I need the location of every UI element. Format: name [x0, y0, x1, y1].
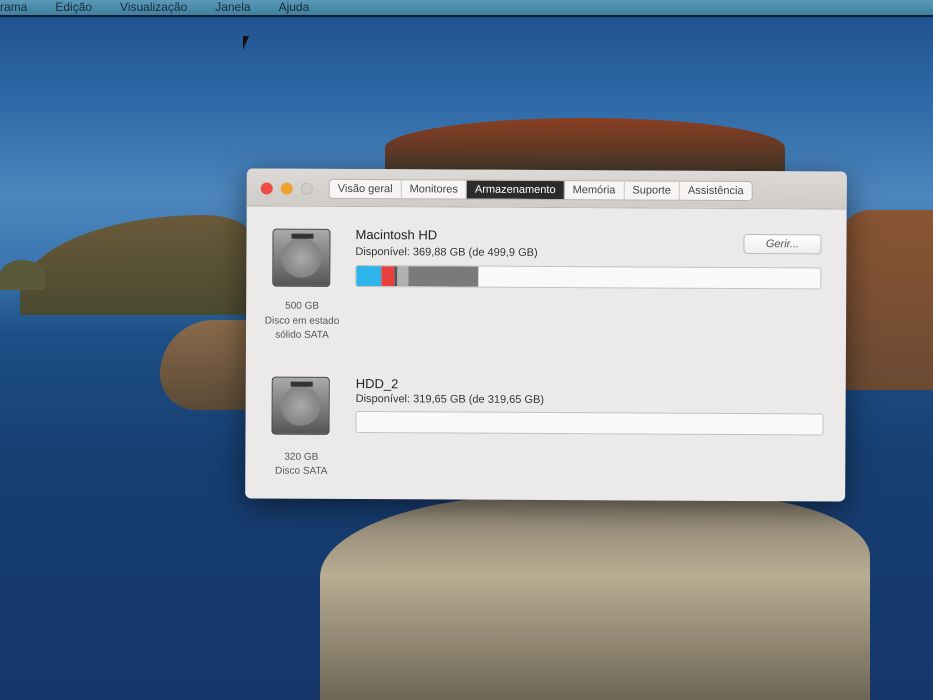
- mouse-cursor-icon: [243, 36, 249, 50]
- disk-type: sólido SATA: [275, 329, 329, 341]
- storage-usage-bar: [355, 265, 822, 290]
- hard-drive-icon: [271, 376, 330, 435]
- wallpaper-mountain: [20, 215, 250, 315]
- usage-segment: [397, 266, 409, 287]
- menu-item-view[interactable]: Visualização: [120, 0, 187, 15]
- disk-name: Macintosh HD: [355, 227, 438, 243]
- disk-available: Disponível: 369,88 GB (de 499,9 GB): [355, 246, 538, 259]
- zoom-button[interactable]: [300, 182, 313, 195]
- wallpaper-mountain: [840, 210, 933, 390]
- tab-storage[interactable]: Armazenamento: [466, 180, 565, 200]
- wallpaper-mountain: [0, 260, 45, 290]
- disk-size: 500 GB: [285, 300, 320, 312]
- tab-support[interactable]: Suporte: [624, 181, 680, 200]
- storage-usage-bar: [355, 411, 824, 436]
- menu-item-window[interactable]: Janela: [215, 0, 250, 15]
- menu-item[interactable]: rama: [0, 0, 27, 15]
- title-bar: Visão geral Monitores Armazenamento Memó…: [246, 168, 847, 210]
- usage-segment: [408, 266, 479, 287]
- tab-bar: Visão geral Monitores Armazenamento Memó…: [328, 178, 753, 202]
- menu-item-help[interactable]: Ajuda: [279, 0, 310, 15]
- menu-item-edit[interactable]: Edição: [55, 0, 92, 15]
- tab-service[interactable]: Assistência: [680, 182, 752, 200]
- usage-segment: [381, 266, 395, 287]
- manage-button[interactable]: Gerir...: [743, 234, 822, 255]
- tab-overview[interactable]: Visão geral: [329, 179, 402, 199]
- wallpaper-rock: [160, 320, 250, 410]
- disk-type: Disco SATA: [275, 465, 328, 477]
- disk-available: Disponível: 319,65 GB (de 319,65 GB): [355, 393, 545, 406]
- disk-size: 320 GB: [284, 451, 319, 463]
- about-this-mac-window: Visão geral Monitores Armazenamento Memó…: [245, 168, 847, 502]
- menu-bar: rama Edição Visualização Janela Ajuda: [0, 0, 933, 17]
- usage-segment: [356, 266, 382, 287]
- tab-displays[interactable]: Monitores: [401, 180, 467, 199]
- wallpaper-rock: [320, 495, 870, 700]
- tab-memory[interactable]: Memória: [564, 181, 625, 200]
- close-button[interactable]: [260, 182, 273, 195]
- disk-type: Disco em estado: [264, 315, 340, 327]
- hard-drive-icon: [272, 228, 331, 287]
- minimize-button[interactable]: [280, 182, 293, 195]
- disk-name: HDD_2: [355, 376, 399, 392]
